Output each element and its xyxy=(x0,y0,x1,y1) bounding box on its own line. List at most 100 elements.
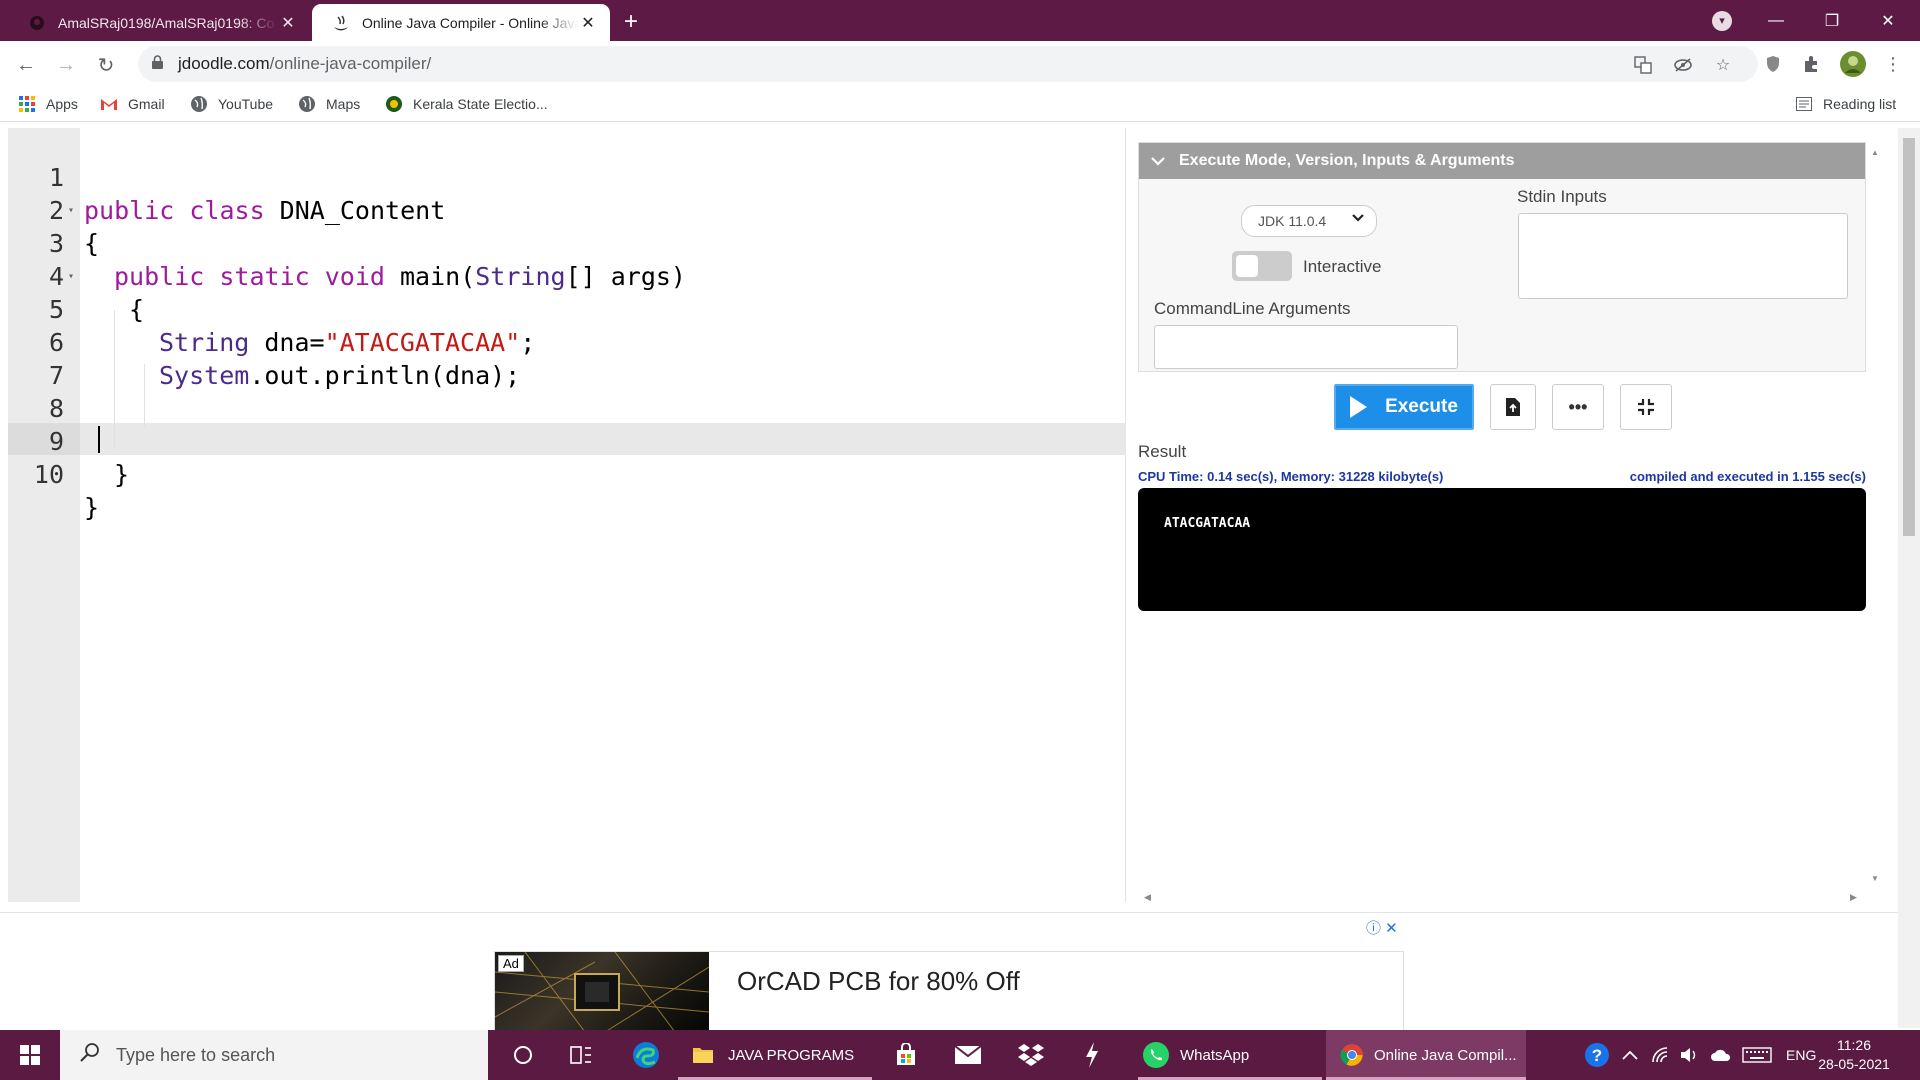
search-icon xyxy=(80,1042,100,1068)
more-options-button[interactable]: ••• xyxy=(1552,384,1604,430)
code-line: 10 } xyxy=(33,460,100,522)
code-line: 4 ▾ { xyxy=(48,262,145,324)
extensions-icon[interactable] xyxy=(1798,51,1824,77)
language-indicator[interactable]: ENG xyxy=(1786,1030,1816,1080)
execution-panel: Execute Mode, Version, Inputs & Argument… xyxy=(1138,128,1886,908)
close-icon[interactable]: ✕ xyxy=(278,13,298,33)
tray-chevron-up-icon[interactable] xyxy=(1622,1030,1638,1080)
code-editor[interactable]: 1 public class DNA_Content 2 ▾ { 3 public… xyxy=(8,128,1126,902)
restore-icon[interactable]: ❐ xyxy=(1804,0,1860,41)
minimize-icon[interactable]: — xyxy=(1748,0,1804,41)
tab-github[interactable]: AmalSRaj0198/AmalSRaj0198: Co ✕ xyxy=(8,4,310,41)
code-line: 9 } xyxy=(48,427,130,489)
cortana-icon[interactable] xyxy=(508,1030,538,1080)
execute-options-box: Execute Mode, Version, Inputs & Argument… xyxy=(1138,142,1866,372)
ad-headline: OrCAD PCB for 80% Off xyxy=(737,966,1020,996)
taskbar-clock[interactable]: 11:26 28-05-2021 xyxy=(1816,1036,1892,1074)
cmdline-input[interactable] xyxy=(1154,325,1458,369)
translate-icon[interactable] xyxy=(1632,54,1654,76)
scrollbar-thumb[interactable] xyxy=(1903,138,1915,536)
code-line: 5 String dna="ATACGATACAA"; xyxy=(48,295,536,357)
mail-icon[interactable] xyxy=(952,1030,984,1080)
tab-title: Online Java Compiler - Online Java xyxy=(362,14,578,31)
onedrive-icon[interactable] xyxy=(1710,1030,1732,1080)
new-tab-button[interactable]: + xyxy=(624,8,638,36)
keyboard-icon[interactable] xyxy=(1742,1030,1772,1080)
eye-off-icon[interactable] xyxy=(1672,54,1694,76)
code-line: 1 public class DNA_Content xyxy=(48,163,446,225)
avatar[interactable] xyxy=(1840,51,1866,77)
bookmark-star-icon[interactable]: ☆ xyxy=(1712,54,1734,76)
page-scrollbar[interactable] xyxy=(1898,128,1920,1028)
reading-list-button[interactable]: Reading list xyxy=(1795,95,1896,113)
address-bar[interactable]: jdoodle.com/online-java-compiler/ ☆ xyxy=(138,46,1758,82)
help-icon[interactable]: ? xyxy=(1582,1030,1612,1080)
bookmark-gmail[interactable]: Gmail xyxy=(100,95,165,113)
windows-logo-icon xyxy=(20,1045,40,1065)
code-line: 6 System.out.println(dna); xyxy=(48,328,521,390)
bookmark-apps[interactable]: Apps xyxy=(18,95,78,113)
bookmarks-bar: Apps Gmail YouTube Maps Kerala State Ele… xyxy=(0,88,1920,122)
bookmark-youtube[interactable]: YouTube xyxy=(190,95,273,113)
output-text: ATACGATACAA xyxy=(1164,516,1251,531)
close-icon[interactable]: ✕ xyxy=(578,13,598,33)
edge-icon[interactable] xyxy=(626,1030,666,1080)
folder-icon xyxy=(693,1048,713,1063)
globe-icon xyxy=(190,95,208,113)
file-upload-icon xyxy=(1506,398,1520,416)
pcb-image: Ad xyxy=(495,952,709,1032)
jdoodle-icon xyxy=(332,14,350,32)
ad-banner[interactable]: Ad OrCAD PCB for 80% Off xyxy=(494,951,1404,1032)
back-icon[interactable]: ← xyxy=(10,49,42,81)
taskbar-app-chrome[interactable]: Online Java Compil... xyxy=(1326,1030,1526,1080)
svg-text:?: ? xyxy=(1592,1046,1602,1065)
store-icon[interactable] xyxy=(890,1030,922,1080)
collapse-button[interactable] xyxy=(1620,384,1672,430)
taskbar-app-whatsapp[interactable]: WhatsApp xyxy=(1138,1030,1322,1080)
tab-title: AmalSRaj0198/AmalSRaj0198: Co xyxy=(58,14,275,31)
taskbar-app-java-programs[interactable]: JAVA PROGRAMS xyxy=(678,1030,872,1080)
code-line: 7 xyxy=(48,361,64,390)
panel-vertical-scrollbar[interactable]: ▲ ▼ xyxy=(1868,140,1882,900)
output-console[interactable]: ATACGATACAA xyxy=(1138,488,1866,611)
panel-horizontal-scrollbar[interactable]: ◀ ▶ xyxy=(1138,892,1866,906)
lock-icon xyxy=(152,55,163,69)
play-icon xyxy=(1350,396,1368,418)
lightning-app-icon[interactable] xyxy=(1080,1030,1104,1080)
task-view-icon[interactable] xyxy=(566,1030,596,1080)
chevron-down-icon xyxy=(1352,212,1364,226)
more-horizontal-icon: ••• xyxy=(1568,396,1588,417)
kseb-logo-icon xyxy=(385,95,403,113)
volume-icon[interactable] xyxy=(1680,1030,1698,1080)
tab-search-icon[interactable]: ▾ xyxy=(1712,11,1732,31)
save-file-button[interactable] xyxy=(1490,384,1536,430)
execute-button[interactable]: Execute xyxy=(1334,384,1474,430)
stdin-input[interactable] xyxy=(1518,213,1848,299)
gmail-icon xyxy=(100,95,118,113)
chevron-down-icon xyxy=(1151,153,1165,169)
taskbar-search-box[interactable]: Type here to search xyxy=(60,1030,488,1080)
stdin-label: Stdin Inputs xyxy=(1517,187,1607,206)
windows-start-button[interactable] xyxy=(0,1030,60,1080)
github-icon xyxy=(28,14,46,32)
compile-time-info: compiled and executed in 1.155 sec(s) xyxy=(1629,469,1866,484)
menu-kebab-icon[interactable]: ⋮ xyxy=(1880,51,1906,77)
url-text: jdoodle.com/online-java-compiler/ xyxy=(178,54,432,73)
tab-jdoodle[interactable]: Online Java Compiler - Online Java ✕ xyxy=(312,4,610,41)
ad-choices-icon[interactable]: ⓘ ✕ xyxy=(1366,917,1398,938)
window-close-icon[interactable]: ✕ xyxy=(1860,0,1916,41)
wifi-icon[interactable] xyxy=(1652,1030,1670,1080)
code-line: 8 xyxy=(48,394,64,423)
jdk-version-select[interactable]: JDK 11.0.4 xyxy=(1241,205,1377,237)
bookmark-maps[interactable]: Maps xyxy=(298,95,360,113)
reading-list-icon xyxy=(1795,95,1813,113)
whatsapp-icon xyxy=(1143,1042,1169,1068)
execute-options-header[interactable]: Execute Mode, Version, Inputs & Argument… xyxy=(1139,143,1865,179)
forward-icon[interactable]: → xyxy=(50,49,82,81)
windows-taskbar: Type here to search JAVA PROGRAMS WhatsA… xyxy=(0,1030,1920,1080)
bookmark-kseb[interactable]: Kerala State Electio... xyxy=(385,95,548,113)
reload-icon[interactable]: ↻ xyxy=(90,49,122,81)
interactive-toggle[interactable] xyxy=(1232,251,1292,281)
dropbox-icon[interactable] xyxy=(1014,1030,1048,1080)
shield-icon[interactable] xyxy=(1760,51,1786,77)
